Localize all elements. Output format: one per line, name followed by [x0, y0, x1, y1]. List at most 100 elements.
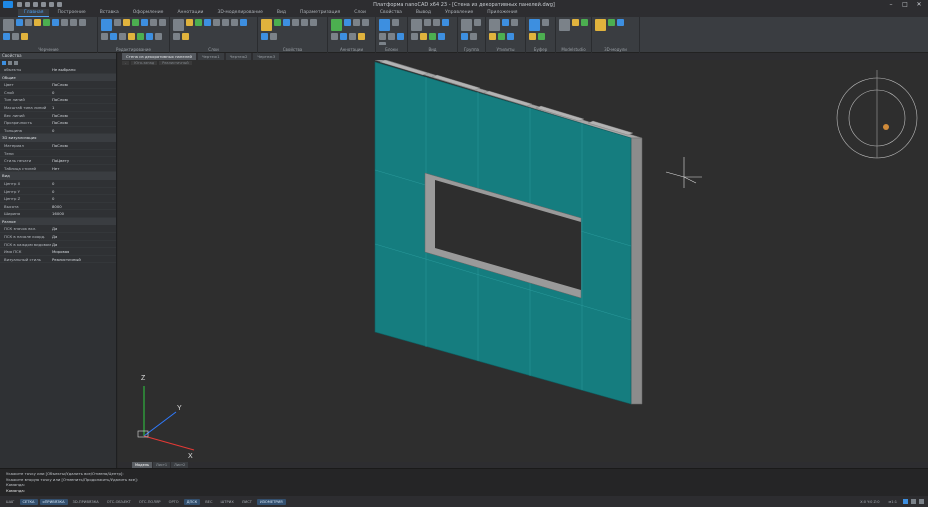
- ribbon-tool-icon[interactable]: [261, 33, 268, 40]
- status-toggle[interactable]: СЕТКА: [19, 498, 38, 505]
- ribbon-tool-icon[interactable]: [529, 19, 540, 31]
- ribbon-tool-icon[interactable]: [159, 19, 166, 26]
- ribbon-tool-icon[interactable]: [101, 33, 108, 40]
- ribbon-tool-icon[interactable]: [411, 19, 422, 31]
- property-row[interactable]: Центр X 0: [0, 180, 116, 188]
- property-value[interactable]: ПоСлою: [52, 142, 116, 149]
- ribbon-tool-icon[interactable]: [498, 33, 505, 40]
- ribbon-tool-icon[interactable]: [438, 33, 445, 40]
- property-value[interactable]: ПоСлою: [52, 81, 116, 88]
- status-toggle[interactable]: ОРТО: [166, 499, 182, 505]
- ribbon-tool-icon[interactable]: [146, 33, 153, 40]
- ribbon-tool-icon[interactable]: [34, 19, 41, 26]
- quick-select-icon[interactable]: [8, 60, 12, 65]
- property-value[interactable]: ПоСлою: [52, 119, 116, 126]
- selection-row[interactable]: объекты Не выбрано: [0, 66, 116, 74]
- ribbon-tool-icon[interactable]: [283, 19, 290, 26]
- ribbon-tool-icon[interactable]: [61, 19, 68, 26]
- status-toggle[interactable]: ДПСК: [183, 498, 201, 505]
- ribbon-tool-icon[interactable]: [270, 33, 277, 40]
- property-row[interactable]: Центр Y 0: [0, 188, 116, 196]
- ribbon-tool-icon[interactable]: [511, 19, 518, 26]
- ribbon-tool-icon[interactable]: [70, 19, 77, 26]
- property-row[interactable]: Стиль печати ПоЦвету: [0, 157, 116, 165]
- ribbon-tool-icon[interactable]: [392, 19, 399, 26]
- property-value[interactable]: 1: [52, 104, 116, 111]
- property-row[interactable]: Высота 8000: [0, 203, 116, 211]
- ribbon-tool-icon[interactable]: [470, 33, 477, 40]
- property-section-header[interactable]: Общие: [0, 73, 116, 82]
- property-row[interactable]: Тип линий ПоСлою: [0, 96, 116, 104]
- redo-icon[interactable]: [49, 2, 54, 7]
- document-tab[interactable]: Чертеж1: [197, 53, 224, 60]
- property-value[interactable]: 8000: [52, 203, 116, 210]
- ribbon-tab[interactable]: Свойства: [374, 9, 408, 17]
- property-value[interactable]: 0: [52, 127, 116, 134]
- status-toggle[interactable]: ШАГ: [3, 499, 18, 505]
- ribbon-tool-icon[interactable]: [340, 33, 347, 40]
- ribbon-tool-icon[interactable]: [489, 33, 496, 40]
- ribbon-tool-icon[interactable]: [310, 19, 317, 26]
- ribbon-tab[interactable]: Вид: [271, 9, 292, 17]
- property-row[interactable]: Таблица стилей Нет: [0, 165, 116, 173]
- ribbon-tool-icon[interactable]: [155, 33, 162, 40]
- ribbon-tool-icon[interactable]: [137, 33, 144, 40]
- ribbon-tool-icon[interactable]: [195, 19, 202, 26]
- property-row[interactable]: Ширина 16000: [0, 210, 116, 218]
- ribbon-tab[interactable]: Построение: [51, 9, 91, 17]
- app-logo-icon[interactable]: [3, 1, 13, 8]
- ribbon-tool-icon[interactable]: [388, 33, 395, 40]
- status-toggle[interactable]: ЛИСТ: [239, 499, 255, 505]
- select-objects-icon[interactable]: [2, 60, 6, 65]
- ribbon-tab[interactable]: Управление: [439, 9, 479, 17]
- property-row[interactable]: Тени: [0, 150, 116, 158]
- status-toggle[interactable]: оПРИВЯЗКА: [39, 498, 68, 505]
- ribbon-tool-icon[interactable]: [608, 19, 615, 26]
- command-line[interactable]: Укажите точку или [Объекты/Удалить все/О…: [0, 468, 928, 496]
- ribbon-tool-icon[interactable]: [43, 19, 50, 26]
- property-value[interactable]: 0: [52, 188, 116, 195]
- ribbon-tool-icon[interactable]: [420, 33, 427, 40]
- ribbon-tool-icon[interactable]: [379, 42, 386, 45]
- ribbon-tool-icon[interactable]: [114, 19, 121, 26]
- status-toggle[interactable]: ВЕС: [202, 499, 215, 505]
- property-row[interactable]: ПСК в начале коорд. Да: [0, 233, 116, 241]
- ribbon-tool-icon[interactable]: [101, 19, 112, 31]
- ribbon-tool-icon[interactable]: [529, 33, 536, 40]
- property-value[interactable]: Мировая: [52, 248, 116, 255]
- property-row[interactable]: Цвет ПоСлою: [0, 81, 116, 89]
- ribbon-tool-icon[interactable]: [301, 19, 308, 26]
- property-value[interactable]: Нет: [52, 165, 116, 172]
- ribbon-tool-icon[interactable]: [461, 33, 468, 40]
- document-tab[interactable]: Чертеж2: [225, 53, 252, 60]
- minimize-icon[interactable]: –: [884, 0, 898, 9]
- property-row[interactable]: ПСК в каждом видовом Да: [0, 241, 116, 249]
- ribbon-tool-icon[interactable]: [123, 19, 130, 26]
- ribbon-tab[interactable]: Вставка: [94, 9, 125, 17]
- ribbon-tool-icon[interactable]: [52, 19, 59, 26]
- ribbon-tool-icon[interactable]: [617, 19, 624, 26]
- property-value[interactable]: Реалистичный: [52, 256, 116, 263]
- property-row[interactable]: Материал ПоСлою: [0, 142, 116, 150]
- property-value[interactable]: ПоСлою: [52, 112, 116, 119]
- workspace-icon[interactable]: [903, 499, 908, 504]
- ribbon-tool-icon[interactable]: [595, 19, 606, 31]
- ribbon-tool-icon[interactable]: [379, 19, 390, 31]
- ribbon-tool-icon[interactable]: [572, 19, 579, 26]
- property-row[interactable]: Имя ПСК Мировая: [0, 248, 116, 256]
- ribbon-tool-icon[interactable]: [489, 19, 500, 31]
- property-value[interactable]: 0: [52, 195, 116, 202]
- ribbon-tool-icon[interactable]: [16, 19, 23, 26]
- ribbon-tool-icon[interactable]: [362, 19, 369, 26]
- ribbon-tool-icon[interactable]: [213, 19, 220, 26]
- document-tab[interactable]: Стена из декоративных панелей: [122, 53, 196, 60]
- print-icon[interactable]: [57, 2, 62, 7]
- ribbon-tab[interactable]: Главная: [18, 9, 50, 17]
- document-tab[interactable]: Чертеж3: [253, 53, 280, 60]
- ribbon-tab[interactable]: Оформление: [127, 9, 170, 17]
- ribbon-tool-icon[interactable]: [12, 33, 19, 40]
- ribbon-tool-icon[interactable]: [344, 19, 351, 26]
- fullscreen-icon[interactable]: [919, 499, 924, 504]
- ribbon-tool-icon[interactable]: [150, 19, 157, 26]
- property-value[interactable]: Да: [52, 225, 116, 232]
